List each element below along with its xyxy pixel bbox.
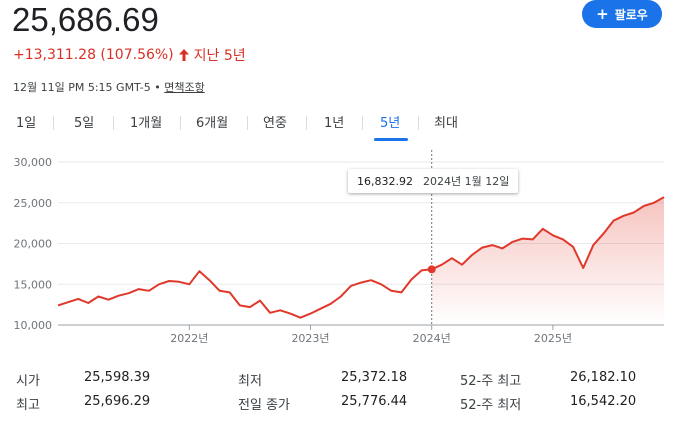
stat-label-low: 최저 <box>238 374 262 389</box>
tab-divider <box>113 116 114 130</box>
stat-label-open: 시가 <box>16 374 40 389</box>
stat-value-prev-close: 25,776.44 <box>341 394 408 409</box>
change-period: 지난 5년 <box>193 48 246 64</box>
tab-max[interactable]: 최대 <box>434 112 458 131</box>
tab-ytd[interactable]: 연중 <box>263 112 287 131</box>
x-tick-label: 2022년 <box>170 332 208 345</box>
tab-5d[interactable]: 5일 <box>74 112 94 131</box>
stat-value-low: 25,372.18 <box>341 370 408 385</box>
x-tick-label: 2023년 <box>291 332 329 345</box>
stat-label-52w-low: 52-주 최저 <box>460 398 522 413</box>
stat-value-high: 25,696.29 <box>84 394 151 409</box>
stat-label-prev-close: 전일 종가 <box>238 398 290 413</box>
arrow-up-icon <box>178 49 189 61</box>
follow-label: 팔로우 <box>614 7 648 22</box>
x-tick-label: 2024년 <box>413 332 451 345</box>
stat-value-open: 25,598.39 <box>84 370 151 385</box>
x-tick-label: 2025년 <box>534 332 572 345</box>
change-value: +13,311.28 (107.56%) <box>13 47 174 63</box>
tab-6m[interactable]: 6개월 <box>196 112 228 131</box>
y-tick-label: 20,000 <box>14 238 53 251</box>
price-change: +13,311.28 (107.56%) 지난 5년 <box>13 45 246 65</box>
price-chart[interactable]: 30,000 25,000 20,000 15,000 10,000 2022년 2023… <box>0 140 680 355</box>
tab-divider <box>362 116 363 130</box>
separator: • <box>150 81 165 94</box>
current-price: 25,686.69 <box>12 1 159 38</box>
stat-label-52w-high: 52-주 최고 <box>460 374 522 389</box>
hover-tooltip: 16,832.92 2024년 1월 12일 <box>348 169 519 193</box>
tooltip-value: 16,832.92 <box>357 174 413 188</box>
tab-5y[interactable]: 5년 <box>380 112 400 131</box>
timestamp-line: 12월 11일 PM 5:15 GMT-5 • 면책조항 <box>13 79 205 95</box>
tab-divider <box>180 116 181 130</box>
stat-value-52w-low: 16,542.20 <box>570 394 637 409</box>
tab-1m[interactable]: 1개월 <box>130 112 162 131</box>
tab-1y[interactable]: 1년 <box>324 112 344 131</box>
y-tick-label: 10,000 <box>14 319 53 332</box>
follow-button[interactable]: + 팔로우 <box>582 0 662 28</box>
tab-divider <box>306 116 307 130</box>
y-tick-label: 25,000 <box>14 197 53 210</box>
tab-1d[interactable]: 1일 <box>16 112 36 131</box>
stat-label-high: 최고 <box>16 398 40 413</box>
plus-icon: + <box>596 4 609 23</box>
stat-value-52w-high: 26,182.10 <box>570 370 637 385</box>
tab-divider <box>418 116 419 130</box>
timestamp: 12월 11일 PM 5:15 GMT-5 <box>13 81 151 94</box>
y-tick-label: 15,000 <box>14 278 53 291</box>
hover-point <box>427 265 436 274</box>
disclaimer-link[interactable]: 면책조항 <box>164 81 204 94</box>
tab-divider <box>247 116 248 130</box>
tooltip-date: 2024년 1월 12일 <box>422 175 510 188</box>
y-tick-label: 30,000 <box>14 156 53 169</box>
tab-divider <box>53 116 54 130</box>
